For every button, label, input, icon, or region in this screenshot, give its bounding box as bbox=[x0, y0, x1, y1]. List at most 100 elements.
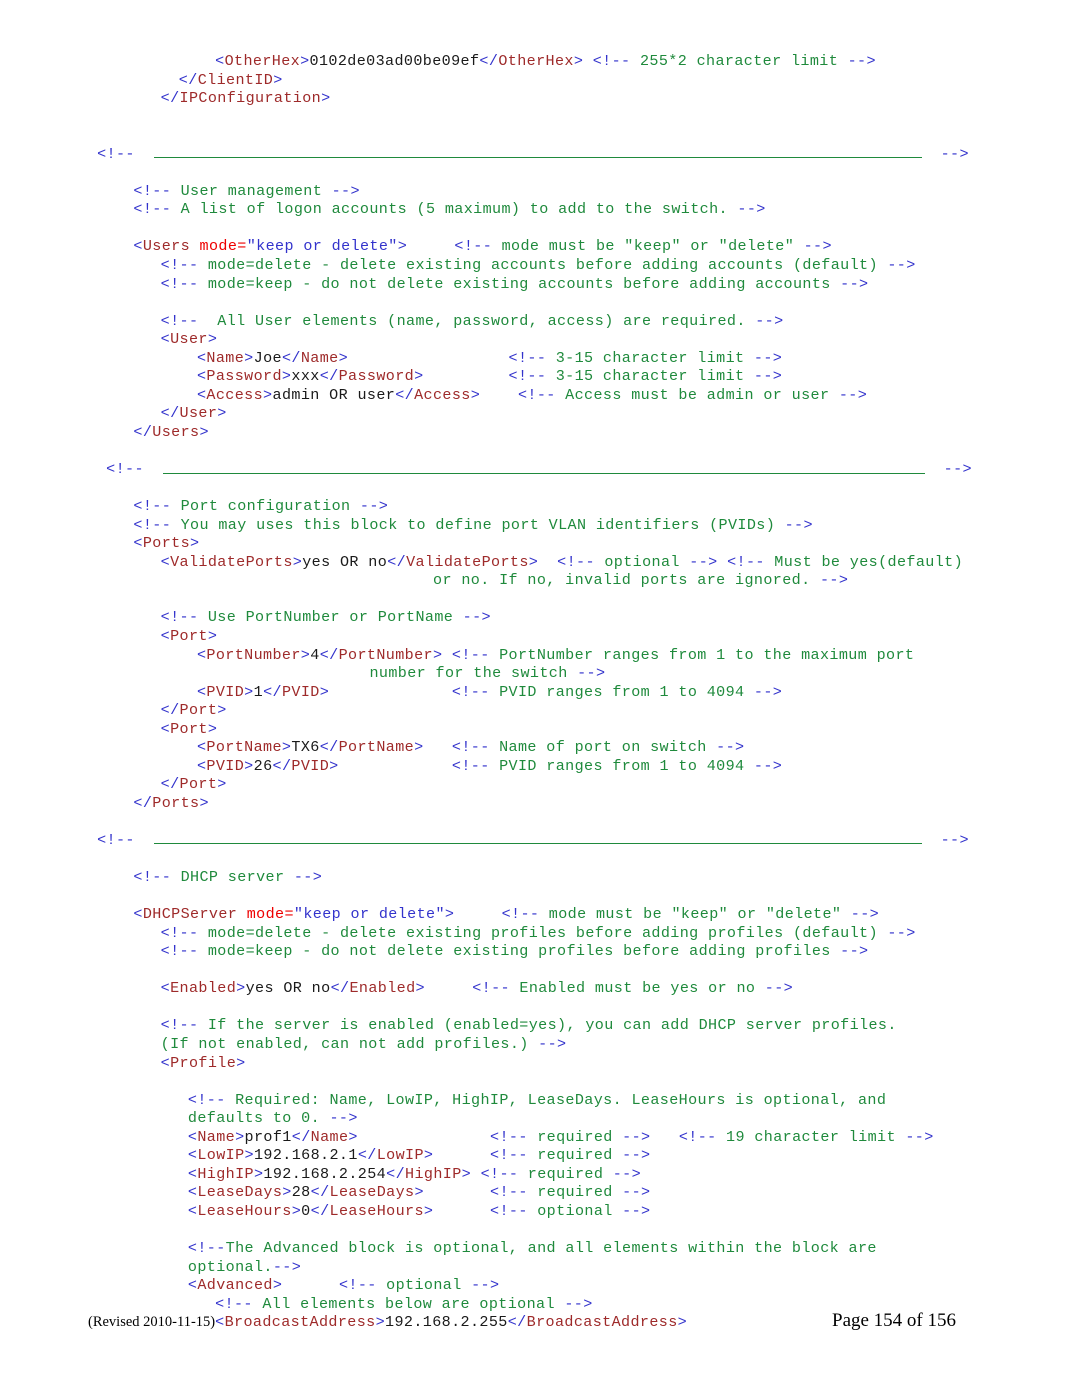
comment-open-token: <!-- bbox=[97, 830, 154, 849]
xml-punctuation: --> bbox=[803, 237, 832, 256]
xml-punctuation: <!-- bbox=[160, 274, 199, 293]
xml-punctuation: --> bbox=[329, 1109, 358, 1128]
code-line: <OtherHex>0102de03ad00be09ef</OtherHex> … bbox=[0, 52, 1080, 71]
xml-text-content: 0 bbox=[301, 1201, 311, 1220]
xml-punctuation: --> bbox=[887, 923, 916, 942]
xml-punctuation: < bbox=[196, 348, 207, 367]
xml-punctuation: > bbox=[319, 682, 330, 701]
xml-text-content bbox=[433, 1202, 490, 1220]
xml-punctuation: < bbox=[196, 385, 207, 404]
xml-tag-name: Name bbox=[300, 348, 339, 367]
xml-tag-name: LeaseHours bbox=[197, 1201, 292, 1220]
code-line: <ValidatePorts>yes OR no</ValidatePorts>… bbox=[0, 553, 1080, 572]
xml-punctuation: < bbox=[196, 682, 207, 701]
xml-tag-name: OtherHex bbox=[498, 52, 574, 70]
xml-punctuation: "keep or delete" bbox=[293, 905, 445, 924]
code-line: </Users> bbox=[0, 423, 1080, 442]
xml-tag-name: LeaseDays bbox=[197, 1183, 283, 1202]
xml-tag-name: IPConfiguration bbox=[179, 89, 322, 108]
code-line: </Port> bbox=[0, 775, 1080, 794]
xml-punctuation: < bbox=[196, 738, 207, 757]
xml-punctuation: <!-- bbox=[508, 348, 547, 367]
xml-punctuation: <!-- bbox=[451, 682, 490, 701]
code-line: <!-- You may uses this block to define p… bbox=[0, 516, 1080, 535]
code-line: <!-- All User elements (name, password, … bbox=[0, 312, 1080, 331]
xml-tag-name: PVID bbox=[206, 756, 245, 775]
xml-punctuation: < bbox=[187, 1276, 198, 1295]
xml-punctuation: < bbox=[160, 552, 171, 571]
xml-punctuation: <!-- bbox=[451, 756, 490, 775]
xml-comment-text: Port configuration bbox=[171, 497, 360, 516]
xml-tag-name: Ports bbox=[152, 793, 200, 812]
code-line: <!-- mode=delete - delete existing profi… bbox=[0, 924, 1080, 943]
code-line: <!-- Port configuration --> bbox=[0, 497, 1080, 516]
xml-tag-name: Port bbox=[170, 626, 208, 645]
xml-punctuation: > bbox=[573, 52, 584, 70]
xml-punctuation: > bbox=[329, 756, 339, 775]
xml-punctuation: > bbox=[300, 645, 311, 664]
xml-punctuation: > bbox=[414, 738, 424, 757]
xml-punctuation: --> bbox=[612, 1164, 642, 1183]
xml-punctuation: </ bbox=[310, 1183, 330, 1202]
xml-comment-text: defaults to 0. bbox=[187, 1109, 330, 1128]
xml-comment-text: Access must be admin or user bbox=[555, 385, 839, 404]
code-line: <Enabled>yes OR no</Enabled> <!-- Enable… bbox=[0, 979, 1080, 998]
xml-tag-name: ValidatePorts bbox=[406, 552, 529, 571]
xml-punctuation: </ bbox=[160, 701, 180, 720]
code-line: <!-- User management --> bbox=[0, 182, 1080, 201]
xml-punctuation: > bbox=[348, 1127, 358, 1146]
xml-punctuation: </ bbox=[330, 979, 350, 998]
xml-punctuation: </ bbox=[319, 645, 339, 664]
xml-text-content bbox=[425, 979, 472, 997]
xml-punctuation: </ bbox=[133, 793, 153, 812]
xml-text-content: 192.168.2.1 bbox=[253, 1146, 358, 1165]
xml-punctuation: > bbox=[236, 1053, 246, 1072]
xml-punctuation: > bbox=[273, 70, 283, 89]
code-line: <Advanced> <!-- optional --> bbox=[0, 1276, 1080, 1295]
xml-tag-name: Users bbox=[152, 422, 200, 441]
xml-punctuation: --> bbox=[293, 868, 323, 887]
xml-punctuation: <!-- bbox=[187, 1239, 226, 1257]
xml-punctuation: > bbox=[207, 330, 218, 349]
code-line: <PortName>TX6</PortName> <!-- Name of po… bbox=[0, 738, 1080, 757]
xml-tag-name: PVID bbox=[291, 756, 330, 775]
code-line: <!-- mode=keep - do not delete existing … bbox=[0, 942, 1080, 961]
xml-text-content: xxx bbox=[291, 367, 320, 386]
code-line: <HighIP>192.168.2.254</HighIP> <!-- requ… bbox=[0, 1165, 1080, 1184]
xml-punctuation: <!-- bbox=[557, 552, 595, 571]
xml-text-content bbox=[339, 757, 452, 775]
xml-punctuation: < bbox=[196, 645, 207, 664]
xml-punctuation: --> bbox=[753, 348, 783, 367]
xml-comment-text: optional bbox=[594, 552, 690, 571]
xml-punctuation: <!-- bbox=[490, 1183, 528, 1202]
xml-punctuation: < bbox=[160, 1053, 171, 1072]
xml-tag-name: OtherHex bbox=[224, 52, 301, 70]
xml-punctuation: </ bbox=[291, 1127, 311, 1146]
xml-punctuation: </ bbox=[160, 404, 180, 423]
xml-punctuation: --> bbox=[462, 608, 491, 627]
xml-punctuation: < bbox=[133, 534, 143, 553]
xml-comment-text: or no. If no, invalid ports are ignored. bbox=[433, 571, 820, 590]
xml-tag-name: User bbox=[179, 404, 218, 423]
xml-text-content bbox=[433, 1146, 490, 1164]
xml-comment-text: If the server is enabled (enabled=yes), … bbox=[198, 1016, 897, 1035]
xml-comment-text: PortNumber ranges from 1 to the maximum … bbox=[489, 645, 915, 664]
xml-text-content bbox=[454, 905, 501, 923]
code-line: </Port> bbox=[0, 701, 1080, 720]
xml-punctuation: </ bbox=[310, 1201, 330, 1220]
code-line: <!-- DHCP server --> bbox=[0, 868, 1080, 887]
document-page: <OtherHex>0102de03ad00be09ef</OtherHex> … bbox=[0, 0, 1080, 1397]
xml-text-content bbox=[538, 553, 557, 571]
xml-punctuation: < bbox=[215, 52, 225, 70]
section-divider-rule bbox=[162, 472, 925, 474]
xml-text-content bbox=[650, 1128, 678, 1146]
xml-text-content: 28 bbox=[291, 1183, 311, 1202]
